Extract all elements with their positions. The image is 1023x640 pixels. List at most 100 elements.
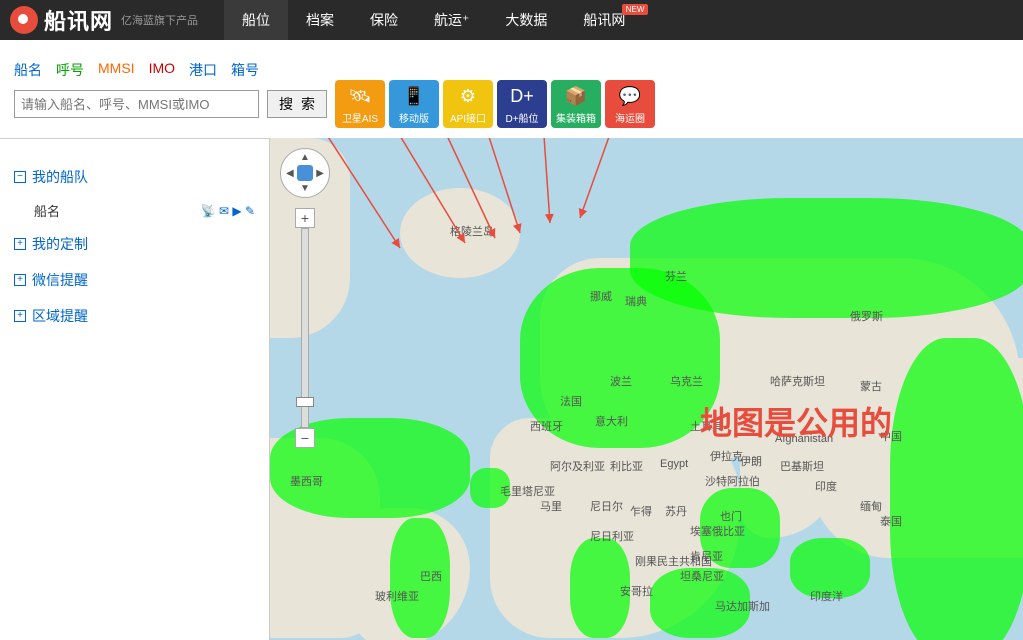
new-badge: NEW [622,4,649,15]
search-tab-3[interactable]: IMO [149,60,175,80]
tile-2[interactable]: ⚙ API接口 [443,80,493,128]
nav-item-0[interactable]: 船位 [224,0,288,40]
tree-item-0[interactable]: −我的船队 [0,159,269,195]
logo-subtitle: 亿海蓝旗下产品 [121,12,198,28]
map-label: 苏丹 [665,503,687,519]
map-label: 瑞典 [625,293,647,309]
action-tiles: 🛰 卫星AIS 📱 移动版 ⚙ API接口 D+ D+船位 📦 集装箱箱 💬 海运圈 [335,80,655,128]
map-label: 坦桑尼亚 [680,568,724,584]
sidebar: −我的船队船名📡 ✉ ▶ ✎+我的定制+微信提醒+区域提醒 [0,138,270,640]
zoom-in-button[interactable]: + [295,208,315,228]
map-label: 利比亚 [610,458,643,474]
map-label: 墨西哥 [290,473,323,489]
sub-action-icons[interactable]: 📡 ✉ ▶ ✎ [201,204,255,218]
top-navbar: 船讯网 亿海蓝旗下产品 船位档案保险航运⁺大数据船讯网NEW [0,0,1023,40]
zoom-out-button[interactable]: − [295,428,315,448]
tile-label: 卫星AIS [342,110,378,125]
tile-icon: ⚙ [460,86,476,107]
map-area[interactable]: 格陵兰岛 芬兰瑞典挪威俄罗斯波兰乌克兰哈萨克斯坦法国西班牙意大利土耳其伊拉克伊朗… [270,138,1023,640]
tree-toggle-icon[interactable]: + [14,274,26,286]
overlay-annotation: 地图是公用的 [700,398,892,444]
map-label: 沙特阿拉伯 [705,473,760,489]
tile-0[interactable]: 🛰 卫星AIS [335,80,385,128]
tile-icon: D+ [510,86,534,107]
tree-sub-item[interactable]: 船名📡 ✉ ▶ ✎ [0,195,269,226]
logo-text: 船讯网 [44,4,113,36]
tile-label: 海运圈 [615,110,645,125]
search-tab-4[interactable]: 港口 [189,60,217,80]
pan-down-icon[interactable]: ▼ [300,183,310,194]
map-label: 安哥拉 [620,583,653,599]
map-label: 法国 [560,393,582,409]
tree-item-1[interactable]: + 我的定制 [0,226,269,262]
map-label: 俄罗斯 [850,308,883,324]
nav-items: 船位档案保险航运⁺大数据船讯网NEW [224,0,643,40]
nav-item-2[interactable]: 保险 [352,0,416,40]
tile-3[interactable]: D+ D+船位 [497,80,547,128]
tree-item-2[interactable]: +微信提醒 [0,262,269,298]
tree-toggle-icon[interactable]: + [14,238,26,250]
tile-icon: 📱 [403,86,425,107]
map-label: 肯尼亚 [690,548,723,564]
map-label: 巴基斯坦 [780,458,824,474]
map-label: Egypt [660,458,688,470]
tile-label: D+船位 [505,110,538,125]
logo-icon [10,6,38,34]
tree-label: 我的定制 [32,234,88,254]
map-label: 芬兰 [665,268,687,284]
pan-right-icon[interactable]: ▶ [316,168,324,179]
zoom-slider-handle[interactable] [296,397,314,407]
map-label: 埃塞俄比亚 [690,523,745,539]
map-label: 西班牙 [530,418,563,434]
map-label: 马里 [540,498,562,514]
tile-label: 集装箱箱 [556,110,596,125]
tree-item-3[interactable]: +区域提醒 [0,298,269,334]
tile-label: 移动版 [399,110,429,125]
pan-center-icon[interactable] [297,165,313,181]
map-label: 缅甸 [860,498,882,514]
tile-5[interactable]: 💬 海运圈 [605,80,655,128]
map-label: 挪威 [590,288,612,304]
zoom-slider-track[interactable] [301,228,309,428]
tree-label: 我的船队 [32,167,88,187]
map-label: 毛里塔尼亚 [500,483,555,499]
nav-item-3[interactable]: 航运⁺ [416,0,487,40]
main-content: −我的船队船名📡 ✉ ▶ ✎+我的定制+微信提醒+区域提醒 格陵兰岛 芬兰瑞 [0,138,1023,640]
search-tab-2[interactable]: MMSI [98,60,135,80]
map-label: 波兰 [610,373,632,389]
map-label: 尼日利亚 [590,528,634,544]
map-label: 意大利 [595,413,628,429]
map-label: 哈萨克斯坦 [770,373,825,389]
map-label: 蒙古 [860,378,882,394]
tile-icon: 💬 [619,86,641,107]
tile-1[interactable]: 📱 移动版 [389,80,439,128]
search-tab-5[interactable]: 箱号 [231,60,259,80]
search-tab-0[interactable]: 船名 [14,60,42,80]
map-label: 玻利维亚 [375,588,419,604]
map-label-greenland: 格陵兰岛 [450,223,494,239]
pan-up-icon[interactable]: ▲ [300,152,310,163]
pan-control[interactable]: ▲ ▼ ◀ ▶ [280,148,330,198]
search-button[interactable]: 搜索 [267,90,327,118]
map-label: 马达加斯加 [715,598,770,614]
nav-item-5[interactable]: 船讯网NEW [565,0,643,40]
tile-icon: 🛰 [349,86,372,107]
nav-item-4[interactable]: 大数据 [487,0,565,40]
pan-left-icon[interactable]: ◀ [286,168,294,179]
zoom-control: + − [295,208,315,448]
tile-label: API接口 [450,110,486,125]
logo-area: 船讯网 亿海蓝旗下产品 [0,4,208,36]
search-tabs: 船名呼号 MMSI IMO 港口箱号 [14,60,259,80]
search-tab-1[interactable]: 呼号 [56,60,84,80]
tree-toggle-icon[interactable]: − [14,171,26,183]
map-label: 尼日尔 [590,498,623,514]
search-input[interactable] [14,90,259,118]
tile-icon: 📦 [565,86,587,107]
nav-item-1[interactable]: 档案 [288,0,352,40]
map-label: 印度 [815,478,837,494]
map-label: 巴西 [420,568,442,584]
tile-4[interactable]: 📦 集装箱箱 [551,80,601,128]
map-label: 乍得 [630,503,652,519]
tree-toggle-icon[interactable]: + [14,310,26,322]
map-label: 伊拉克 [710,448,743,464]
